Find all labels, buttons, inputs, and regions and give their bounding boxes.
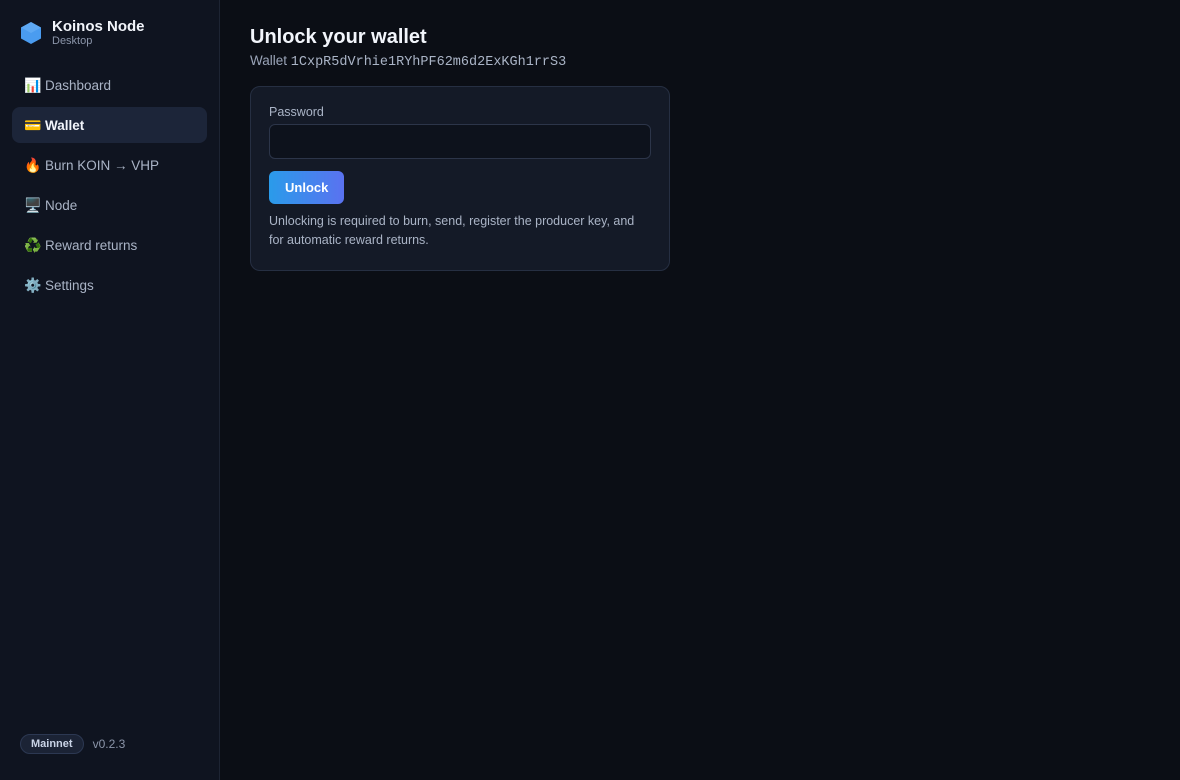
page-title: Unlock your wallet — [250, 26, 427, 48]
bar-chart-icon: 📊 — [24, 76, 42, 93]
sidebar-item-label: Wallet — [45, 117, 85, 133]
sidebar-item-label: Dashboard — [45, 77, 112, 93]
sidebar-item-wallet[interactable]: 💳 Wallet — [12, 107, 207, 143]
network-badge: Mainnet — [20, 734, 84, 754]
password-label: Password — [269, 105, 324, 119]
hexagon-icon — [21, 22, 41, 44]
sidebar: Koinos Node Desktop 📊 Dashboard 💳 Wallet… — [0, 0, 220, 780]
sidebar-item-label: Reward returns — [45, 237, 138, 253]
wallet-address: 1CxpR5dVrhie1RYhPF62m6d2ExKGh1rrS3 — [290, 55, 567, 70]
sidebar-item-reward-returns[interactable]: ♻️ Reward returns — [12, 227, 207, 263]
gear-icon: ⚙️ — [24, 276, 42, 293]
unlock-hint: Unlocking is required to burn, send, reg… — [269, 214, 635, 247]
sidebar-footer: Mainnet v0.2.3 — [20, 734, 125, 754]
app-version: v0.2.3 — [92, 737, 126, 751]
main-content: Unlock your wallet Wallet 1CxpR5dVrhie1R… — [220, 0, 1180, 780]
sidebar-item-label: Settings — [45, 277, 94, 293]
wallet-address-line: Wallet 1CxpR5dVrhie1RYhPF62m6d2ExKGh1rrS… — [250, 53, 1150, 70]
sidebar-item-dashboard[interactable]: 📊 Dashboard — [12, 67, 207, 103]
unlock-card: Password Unlock Unlocking is required to… — [250, 86, 670, 271]
sidebar-item-burn[interactable]: 🔥 Burn KOIN → VHP — [12, 147, 207, 183]
credit-card-icon: 💳 — [24, 116, 42, 133]
brand: Koinos Node Desktop — [12, 0, 207, 66]
app-title: Koinos Node — [52, 18, 145, 35]
desktop-computer-icon: 🖥️ — [24, 196, 42, 213]
recycle-icon: ♻️ — [24, 236, 42, 253]
sidebar-item-label: Node — [45, 197, 78, 213]
brand-text: Koinos Node Desktop — [52, 18, 145, 48]
sidebar-item-label: Burn KOIN → VHP — [45, 157, 160, 173]
sidebar-nav: 📊 Dashboard 💳 Wallet 🔥 Burn KOIN → VHP 🖥… — [12, 67, 207, 303]
app-window: Koinos Node Desktop 📊 Dashboard 💳 Wallet… — [0, 0, 1180, 780]
password-input[interactable] — [269, 124, 651, 159]
unlock-button[interactable]: Unlock — [269, 171, 345, 204]
fire-icon: 🔥 — [24, 156, 42, 173]
sidebar-item-settings[interactable]: ⚙️ Settings — [12, 267, 207, 303]
app-subtitle: Desktop — [52, 35, 93, 47]
sidebar-item-node[interactable]: 🖥️ Node — [12, 187, 207, 223]
wallet-prefix: Wallet — [250, 53, 288, 68]
